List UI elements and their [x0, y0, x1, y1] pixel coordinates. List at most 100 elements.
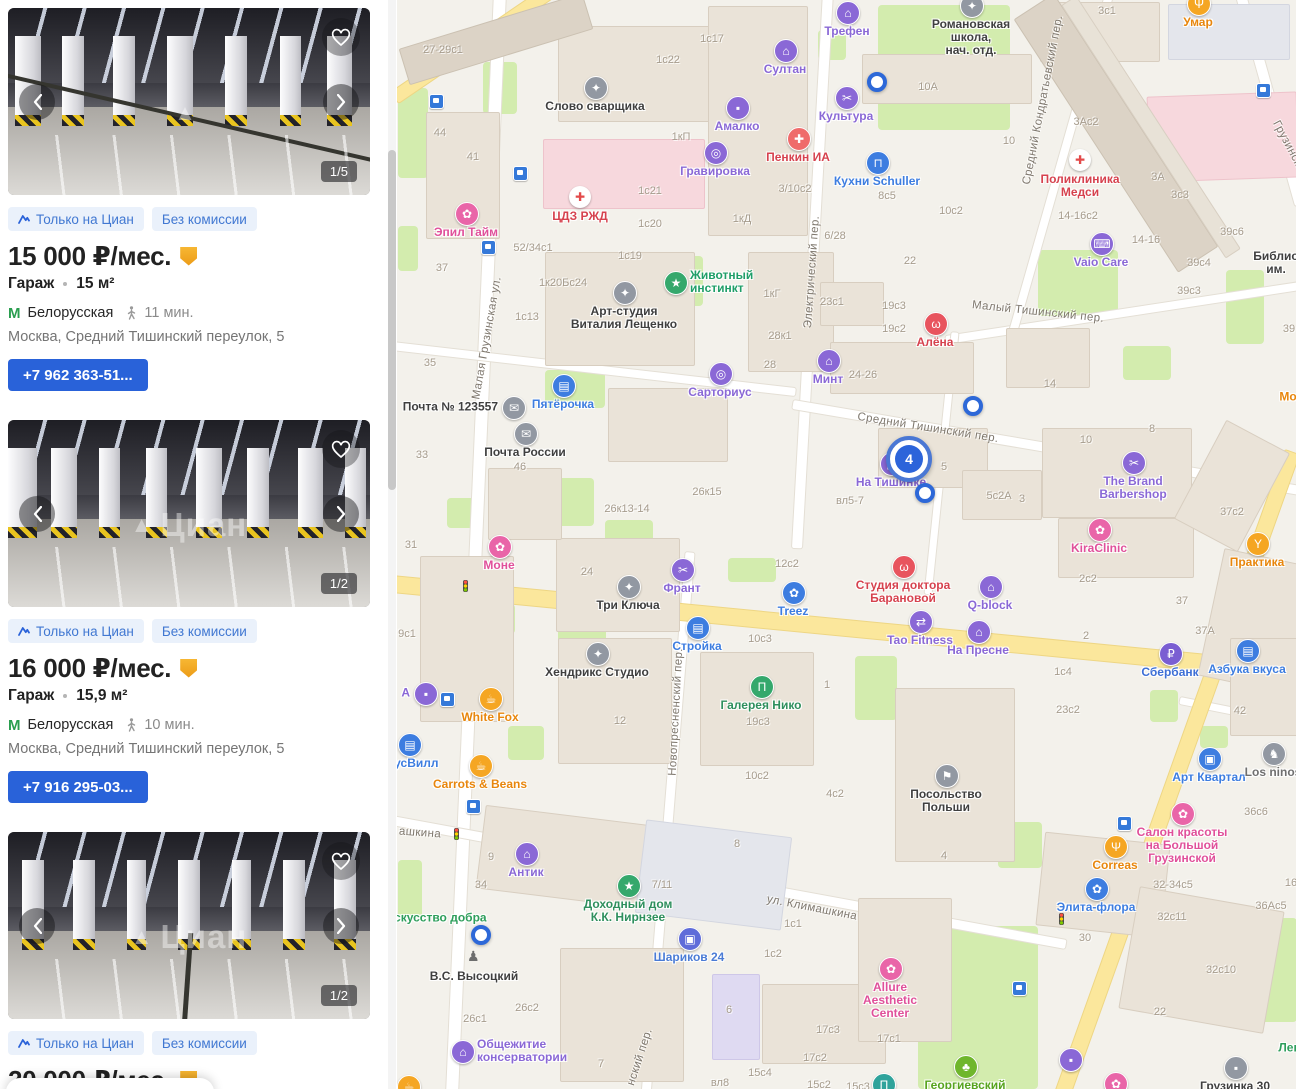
map-poi-icon[interactable]: ⇄ — [909, 610, 933, 634]
map-poi-icon[interactable]: ☕ — [469, 754, 493, 778]
map-poi-icon[interactable]: ✦ — [586, 642, 610, 666]
map-building-number: 8с5 — [878, 190, 896, 202]
map-monument-icon[interactable]: ♟ — [467, 949, 480, 963]
map-building-number: 26к15 — [692, 486, 722, 498]
map-poi-icon[interactable]: ⌨ — [1090, 232, 1114, 256]
map-poi-icon[interactable]: ▪ — [1059, 1048, 1083, 1072]
map-building-number: 36с6 — [1244, 806, 1268, 818]
carousel-prev-button[interactable] — [19, 495, 55, 532]
map-poi-icon[interactable]: ✦ — [584, 76, 608, 100]
map-poi-icon[interactable]: ⌂ — [979, 575, 1003, 599]
map-poi-icon[interactable]: ✿ — [1088, 518, 1112, 542]
map-poi-icon[interactable]: ⌂ — [451, 1040, 475, 1064]
map-poi-label: Георгиевский — [924, 1078, 1006, 1089]
map-poi-label: Пенкин ИА — [766, 150, 830, 164]
listings-cluster-marker[interactable]: 4 — [886, 436, 932, 482]
map-poi-icon[interactable]: ⌂ — [967, 620, 991, 644]
map-poi-icon[interactable]: ⊓ — [866, 151, 890, 175]
map-poi-icon[interactable]: ✿ — [782, 581, 806, 605]
map-building-number: 39 — [1282, 323, 1296, 335]
walk-icon — [126, 718, 137, 732]
carousel-next-button[interactable] — [323, 83, 359, 120]
map-poi-icon[interactable]: ✦ — [613, 281, 637, 305]
map-poi-icon[interactable]: ✉ — [502, 396, 526, 420]
listing-location-marker[interactable] — [471, 925, 491, 945]
map-poi-icon[interactable]: ▤ — [398, 733, 422, 757]
map-poi-icon[interactable]: ⌂ — [774, 39, 798, 63]
map-poi-icon[interactable]: Π — [750, 675, 774, 699]
bus-stop-icon — [481, 240, 496, 255]
map-poi-icon[interactable]: ▤ — [552, 374, 576, 398]
map-poi-icon[interactable]: ✚ — [787, 127, 811, 151]
map-poi-icon[interactable]: ▣ — [678, 927, 702, 951]
map-poi-icon[interactable]: ★ — [664, 271, 688, 295]
map-poi-icon[interactable]: Π — [872, 1073, 896, 1089]
carousel-prev-button[interactable] — [19, 907, 55, 944]
map-poi-icon[interactable]: ▪ — [414, 682, 438, 706]
map-poi-icon[interactable]: ⚑ — [935, 764, 959, 788]
map-poi-icon[interactable]: ▣ — [1198, 747, 1222, 771]
favorite-button[interactable] — [322, 430, 360, 468]
listing-photo-carousel[interactable]: ▲ 1/5 — [8, 8, 370, 195]
map-poi-icon[interactable]: ◎ — [704, 141, 728, 165]
carousel-next-button[interactable] — [323, 907, 359, 944]
carousel-next-button[interactable] — [323, 495, 359, 532]
map-poi-icon[interactable]: ▪ — [726, 96, 750, 120]
map-building-number: 1кГ — [763, 288, 781, 300]
map-poi-icon[interactable]: ✿ — [879, 957, 903, 981]
map-poi-icon[interactable]: ✿ — [1085, 877, 1109, 901]
offer-area: 15,9 м² — [76, 687, 128, 704]
map-poi-icon[interactable]: ⌂ — [817, 349, 841, 373]
show-phone-button[interactable]: +7 962 363-51... — [8, 359, 148, 391]
map-poi-icon[interactable]: ✉ — [514, 422, 538, 446]
map-poi-icon[interactable]: ◎ — [709, 362, 733, 386]
listing-photo-carousel[interactable]: ▲ Циан 1/2 — [8, 420, 370, 607]
price: 15 000 ₽/мес. — [8, 241, 370, 271]
map-poi-icon[interactable]: ★ — [617, 874, 641, 898]
map-poi-icon[interactable]: Y — [1246, 532, 1270, 556]
map-canvas[interactable]: 27-29с1 44 41 1с22 1кП 1с21 1с20 52/34с1 1с19 1к2… — [397, 0, 1296, 1089]
map-poi-icon[interactable]: ✂ — [671, 558, 695, 582]
map-poi-icon[interactable]: Ψ — [1104, 835, 1128, 859]
map-poi-icon[interactable]: ₽ — [1159, 642, 1183, 666]
listing-card[interactable]: ▲ 1/5 Только на Циан Без комиссии 15 000 … — [8, 8, 370, 391]
listing-location-marker[interactable] — [867, 72, 887, 92]
carousel-prev-button[interactable] — [19, 83, 55, 120]
map-poi-icon[interactable]: ▪ — [1224, 1056, 1248, 1080]
map-poi-icon[interactable]: ⌂ — [836, 1, 860, 25]
map-poi-icon[interactable]: ✿ — [1171, 802, 1195, 826]
map-poi-icon[interactable]: ✂ — [1122, 451, 1146, 475]
listing-location-marker[interactable] — [963, 396, 983, 416]
map-poi-icon[interactable]: ω — [924, 312, 948, 336]
map-panel[interactable]: 27-29с1 44 41 1с22 1кП 1с21 1с20 52/34с1 1с19 1к2… — [397, 0, 1296, 1089]
listing-photo-carousel[interactable]: ▲ Циан 1/2 — [8, 832, 370, 1019]
listing-location-marker[interactable] — [915, 483, 935, 503]
scrollbar-thumb[interactable] — [388, 150, 396, 490]
map-poi-icon[interactable]: ☕ — [397, 1075, 421, 1089]
map-poi-icon[interactable]: ▤ — [686, 616, 710, 640]
cian-logo-icon: ▲ — [130, 511, 154, 537]
map-poi-icon[interactable]: ▤ — [1236, 639, 1260, 663]
map-poi-icon[interactable]: ♞ — [1262, 742, 1286, 766]
panel-scrollbar[interactable] — [388, 0, 396, 1089]
map-poi-icon[interactable]: ✦ — [617, 575, 641, 599]
map-building — [1042, 428, 1192, 518]
favorite-button[interactable] — [322, 18, 360, 56]
map-poi-icon[interactable]: ✿ — [488, 535, 512, 559]
map-poi-icon[interactable]: ✿ — [455, 202, 479, 226]
map-poi-icon[interactable]: ✚ — [1069, 149, 1091, 171]
listing-card[interactable]: ▲ Циан 1/2 Только на Циан Без комиссии 20 … — [8, 832, 370, 1089]
map-poi-icon[interactable]: ☕ — [479, 687, 503, 711]
favorite-button[interactable] — [322, 842, 360, 880]
show-phone-button[interactable]: +7 916 295-03... — [8, 771, 148, 803]
map-poi-icon[interactable]: ✂ — [835, 86, 859, 110]
map-poi-icon[interactable]: ♣ — [954, 1055, 978, 1079]
photo-counter: 1/2 — [320, 573, 357, 594]
map-poi-icon[interactable]: ✿ — [1104, 1072, 1128, 1089]
map-poi-label: Carrots & Beans — [432, 777, 528, 791]
map-poi-label: Грузинка 30 — [1200, 1079, 1270, 1089]
map-poi-icon[interactable]: ⌂ — [515, 842, 539, 866]
map-poi-icon[interactable]: ✚ — [569, 186, 591, 208]
listing-card[interactable]: ▲ Циан 1/2 Только на Циан Без комиссии 16 … — [8, 420, 370, 803]
map-poi-icon[interactable]: ω — [892, 555, 916, 579]
